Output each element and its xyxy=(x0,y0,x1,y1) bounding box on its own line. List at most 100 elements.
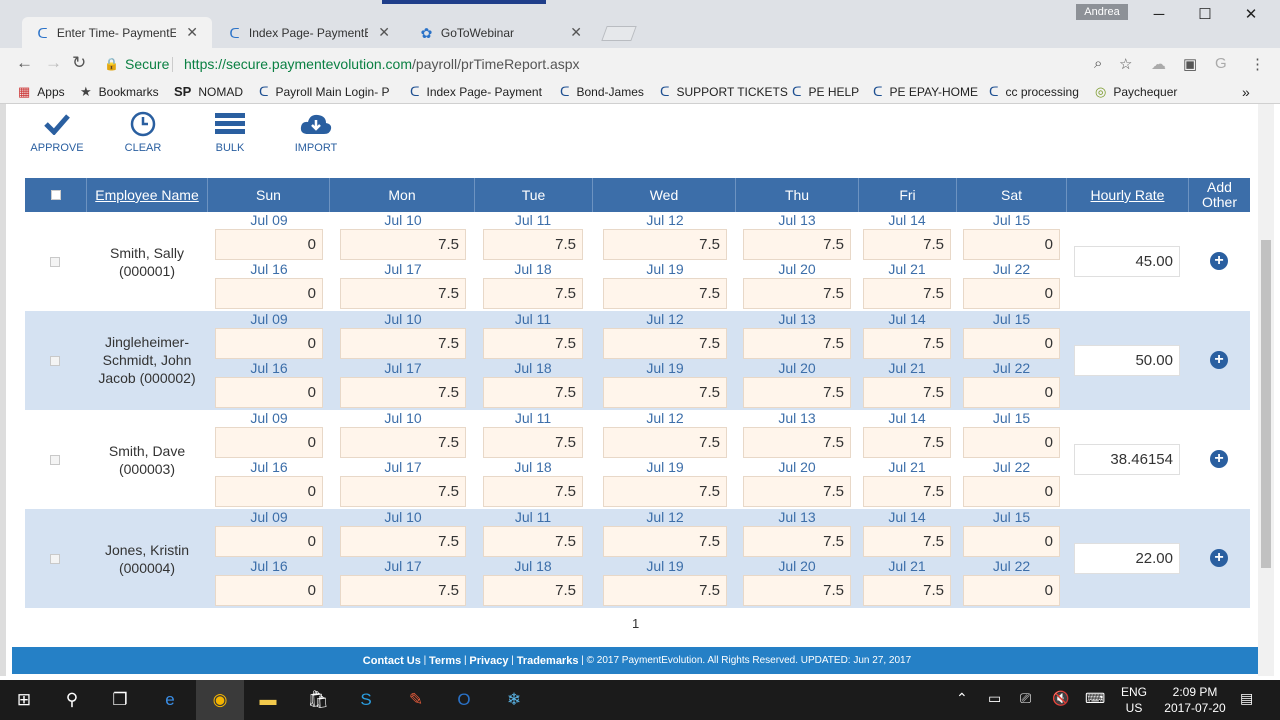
bookmark-payroll-login[interactable]: ᑕ Payroll Main Login- P xyxy=(259,84,390,100)
store-icon[interactable]: 🛍 xyxy=(294,680,342,720)
hours-input[interactable]: 7.5 xyxy=(863,377,951,408)
hours-input[interactable]: 0 xyxy=(215,377,323,408)
hours-input[interactable]: 0 xyxy=(215,476,323,507)
tray-chevron-icon[interactable]: ⌃ xyxy=(956,690,968,707)
maximize-icon[interactable]: ☐ xyxy=(1182,2,1228,28)
minimize-icon[interactable]: ─ xyxy=(1136,2,1182,28)
hours-input[interactable]: 0 xyxy=(215,526,323,557)
hours-input[interactable]: 7.5 xyxy=(340,427,466,458)
hours-input[interactable]: 7.5 xyxy=(483,476,583,507)
outlook-icon[interactable]: O xyxy=(440,680,488,720)
row-select-checkbox[interactable] xyxy=(50,455,60,465)
hours-input[interactable]: 7.5 xyxy=(483,328,583,359)
keyboard-icon[interactable]: ⌨ xyxy=(1085,690,1105,707)
row-select-checkbox[interactable] xyxy=(50,356,60,366)
hours-input[interactable]: 7.5 xyxy=(743,328,851,359)
hours-input[interactable]: 7.5 xyxy=(340,476,466,507)
hours-input[interactable]: 7.5 xyxy=(340,328,466,359)
hours-input[interactable]: 7.5 xyxy=(863,328,951,359)
hours-input[interactable]: 7.5 xyxy=(743,229,851,260)
hours-input[interactable]: 7.5 xyxy=(863,476,951,507)
hourly-rate-input[interactable]: 22.00 xyxy=(1074,543,1180,574)
profile-badge[interactable]: Andrea xyxy=(1076,4,1128,20)
hours-input[interactable]: 7.5 xyxy=(863,278,951,309)
bookmark-paychequer[interactable]: ◎ Paychequer xyxy=(1095,84,1177,100)
edge-icon[interactable]: e xyxy=(146,680,194,720)
import-button[interactable]: IMPORT xyxy=(281,112,351,154)
hours-input[interactable]: 7.5 xyxy=(603,278,727,309)
hours-input[interactable]: 7.5 xyxy=(743,377,851,408)
network-icon[interactable]: ⎚ xyxy=(1020,690,1031,707)
hours-input[interactable]: 0 xyxy=(963,526,1060,557)
battery-icon[interactable]: ▭ xyxy=(988,690,1001,707)
tab-index-page[interactable]: ᑕ Index Page- PaymentEvol ✕ xyxy=(214,17,404,48)
close-tab-icon[interactable]: ✕ xyxy=(378,24,390,41)
hours-input[interactable]: 7.5 xyxy=(863,526,951,557)
snowflake-app-icon[interactable]: ❄ xyxy=(490,680,538,720)
bookmark-apps[interactable]: ▦ Apps xyxy=(18,84,65,100)
close-window-icon[interactable]: ✕ xyxy=(1228,2,1274,28)
hours-input[interactable]: 7.5 xyxy=(483,575,583,606)
hours-input[interactable]: 7.5 xyxy=(340,526,466,557)
clock[interactable]: 2:09 PM 2017-07-20 xyxy=(1158,684,1232,716)
trademarks-link[interactable]: Trademarks xyxy=(517,655,579,667)
bookmark-bookmarks[interactable]: ★ Bookmarks xyxy=(80,84,159,100)
tab-gotowebinar[interactable]: ✿ GoToWebinar ✕ xyxy=(406,17,596,48)
tab-enter-time[interactable]: ᑕ Enter Time- PaymentEvol ✕ xyxy=(22,17,212,48)
row-select-checkbox[interactable] xyxy=(50,554,60,564)
search-icon[interactable]: ⌕ xyxy=(1094,55,1102,72)
hours-input[interactable]: 7.5 xyxy=(340,575,466,606)
hours-input[interactable]: 0 xyxy=(963,575,1060,606)
contact-us-link[interactable]: Contact Us xyxy=(363,655,421,667)
chrome-icon[interactable]: ◉ xyxy=(196,680,244,720)
terms-link[interactable]: Terms xyxy=(429,655,461,667)
hours-input[interactable]: 7.5 xyxy=(483,278,583,309)
select-all-checkbox[interactable] xyxy=(50,190,61,200)
hours-input[interactable]: 7.5 xyxy=(483,427,583,458)
hours-input[interactable]: 7.5 xyxy=(603,427,727,458)
bookmark-bond-james[interactable]: ᑕ Bond-James xyxy=(560,84,644,100)
hours-input[interactable]: 7.5 xyxy=(863,427,951,458)
extension-icon[interactable]: ☁ xyxy=(1151,55,1166,73)
hours-input[interactable]: 7.5 xyxy=(603,476,727,507)
hourly-rate-input[interactable]: 38.46154 xyxy=(1074,444,1180,475)
hours-input[interactable]: 0 xyxy=(215,427,323,458)
hours-input[interactable]: 7.5 xyxy=(863,229,951,260)
hours-input[interactable]: 7.5 xyxy=(483,229,583,260)
hours-input[interactable]: 0 xyxy=(963,328,1060,359)
bulk-button[interactable]: BULK xyxy=(195,112,265,154)
hours-input[interactable]: 0 xyxy=(963,278,1060,309)
hours-input[interactable]: 7.5 xyxy=(603,377,727,408)
star-icon[interactable]: ☆ xyxy=(1119,55,1132,73)
hours-input[interactable]: 7.5 xyxy=(483,377,583,408)
bookmark-pe-epay-home[interactable]: ᑕ PE EPAY-HOME xyxy=(873,84,978,100)
back-icon[interactable]: ← xyxy=(16,54,33,72)
clear-button[interactable]: CLEAR xyxy=(108,111,178,154)
add-other-icon[interactable]: + xyxy=(1210,450,1228,468)
hours-input[interactable]: 7.5 xyxy=(340,278,466,309)
search-icon[interactable]: ⚲ xyxy=(48,680,96,720)
bookmark-nomad[interactable]: SP NOMAD xyxy=(174,84,243,99)
reload-icon[interactable]: ↻ xyxy=(72,54,86,72)
bookmark-pe-help[interactable]: ᑕ PE HELP xyxy=(792,84,859,100)
hourly-rate-input[interactable]: 45.00 xyxy=(1074,246,1180,277)
hours-input[interactable]: 7.5 xyxy=(743,427,851,458)
hours-input[interactable]: 7.5 xyxy=(603,328,727,359)
notepad-icon[interactable]: ✎ xyxy=(392,680,440,720)
forward-icon[interactable]: → xyxy=(45,54,62,72)
hours-input[interactable]: 7.5 xyxy=(863,575,951,606)
page-number[interactable]: 1 xyxy=(632,616,639,631)
scrollbar-thumb[interactable] xyxy=(1261,240,1271,568)
hours-input[interactable]: 7.5 xyxy=(743,278,851,309)
file-explorer-icon[interactable]: ▬ xyxy=(244,680,292,720)
bookmark-support-tickets[interactable]: ᑕ SUPPORT TICKETS xyxy=(660,84,788,100)
add-other-icon[interactable]: + xyxy=(1210,252,1228,270)
extension-g-icon[interactable]: G xyxy=(1215,55,1227,72)
hours-input[interactable]: 0 xyxy=(215,278,323,309)
url-field[interactable]: https://secure.paymentevolution.com/payr… xyxy=(184,56,580,72)
privacy-link[interactable]: Privacy xyxy=(469,655,508,667)
bookmark-cc-processing[interactable]: ᑕ cc processing xyxy=(989,84,1079,100)
hours-input[interactable]: 7.5 xyxy=(743,575,851,606)
hours-input[interactable]: 7.5 xyxy=(603,526,727,557)
hours-input[interactable]: 7.5 xyxy=(340,229,466,260)
